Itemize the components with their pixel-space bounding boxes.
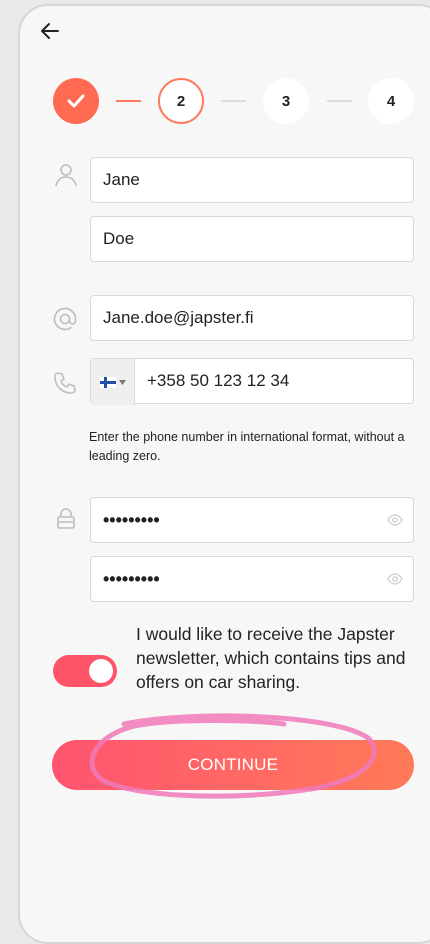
step-connector [221, 100, 246, 102]
country-selector[interactable] [91, 359, 135, 405]
phone-value: +358 50 123 12 34 [147, 371, 290, 390]
chevron-down-icon [118, 379, 126, 385]
eye-icon[interactable] [387, 572, 403, 586]
confirm-password-field[interactable]: ••••••••• [90, 556, 414, 602]
step-connector [116, 100, 141, 102]
last-name-field[interactable]: Doe [90, 216, 414, 262]
phone-hint: Enter the phone number in international … [89, 430, 405, 463]
confirm-password-value: ••••••••• [103, 568, 160, 589]
user-icon [55, 164, 77, 187]
phone-field[interactable]: +358 50 123 12 34 [90, 358, 414, 405]
lock-icon [57, 508, 75, 529]
at-icon [53, 307, 77, 331]
password-field[interactable]: ••••••••• [90, 497, 414, 543]
first-name-field[interactable]: Jane [90, 157, 414, 203]
step-4[interactable]: 4 [368, 78, 414, 124]
phone-icon [54, 372, 76, 394]
eye-icon[interactable] [387, 513, 403, 527]
checkmark-icon [67, 94, 85, 108]
step-1-completed[interactable] [53, 78, 99, 124]
step-3[interactable]: 3 [263, 78, 309, 124]
toggle-knob [89, 659, 113, 683]
finland-flag-icon [99, 376, 116, 388]
step-2[interactable]: 2 [158, 78, 204, 124]
step-connector [327, 100, 352, 102]
email-field[interactable]: Jane.doe@japster.fi [90, 295, 414, 341]
arrow-left-icon[interactable] [38, 18, 64, 44]
newsletter-label: I would like to receive the Japster news… [136, 624, 406, 692]
phone-frame [18, 4, 430, 944]
continue-button[interactable]: CONTINUE [52, 740, 414, 790]
newsletter-toggle[interactable] [53, 655, 117, 687]
password-value: ••••••••• [103, 509, 160, 530]
